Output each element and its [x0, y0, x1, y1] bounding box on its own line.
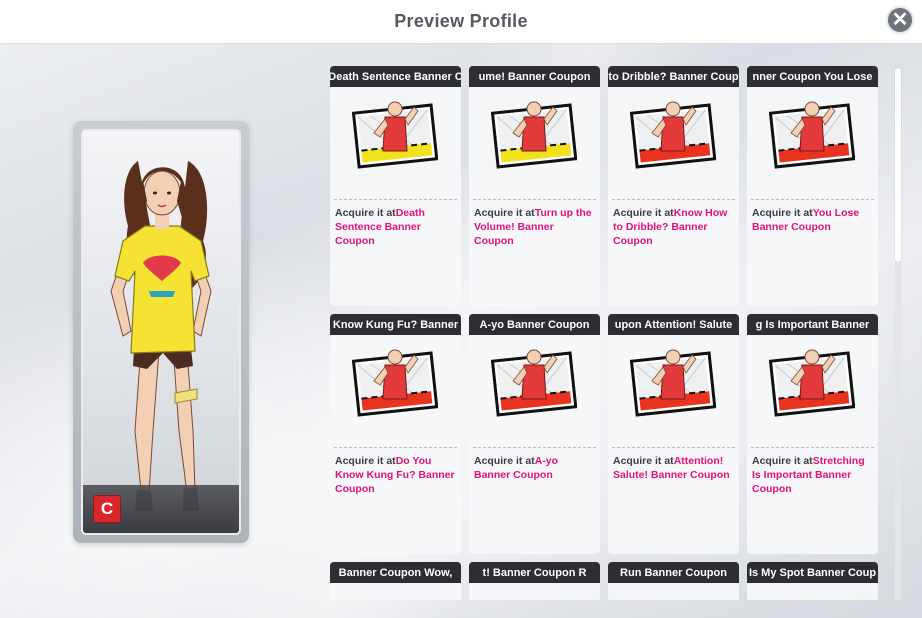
banner-card-title: Banner Coupon Wow, [330, 562, 461, 583]
banner-card-title: Is My Spot Banner Coup [747, 562, 878, 583]
banner-card[interactable]: g Is Important Banner Acquire it atStretc… [747, 314, 878, 554]
banner-image [747, 87, 878, 199]
acquire-text: Acquire it atA-yo Banner Coupon [469, 448, 600, 482]
banner-card-title: g Is Important Banner [747, 314, 878, 335]
banner-image [469, 87, 600, 199]
acquire-prefix: Acquire it at [613, 207, 674, 219]
banner-card-title: Know Kung Fu? Banner [330, 314, 461, 335]
banner-card[interactable]: t! Banner Coupon R [469, 562, 600, 600]
acquire-prefix: Acquire it at [474, 455, 535, 467]
banner-image [469, 335, 600, 447]
banner-image [747, 335, 878, 447]
banner-image [608, 335, 739, 447]
banner-card[interactable]: Banner Coupon Wow, [330, 562, 461, 600]
banner-image [608, 87, 739, 199]
close-button[interactable]: ✕ [886, 6, 914, 34]
banner-card[interactable]: A-yo Banner Coupon Acquire it atA-yo Bann… [469, 314, 600, 554]
acquire-text: Acquire it atKnow How to Dribble? Banner… [608, 200, 739, 248]
acquire-prefix: Acquire it at [752, 207, 813, 219]
banner-image [330, 87, 461, 199]
banner-card[interactable]: Run Banner Coupon [608, 562, 739, 600]
banner-card[interactable]: Is My Spot Banner Coup [747, 562, 878, 600]
acquire-text: Acquire it atStretching Is Important Ban… [747, 448, 878, 496]
banner-card[interactable]: Death Sentence Banner C Acquire it atDeat… [330, 66, 461, 306]
character-preview-frame: C [73, 121, 249, 543]
acquire-text: Acquire it atAttention! Salute! Banner C… [608, 448, 739, 482]
banner-card[interactable]: to Dribble? Banner Coup Acquire it atKnow… [608, 66, 739, 306]
banner-card-title: Death Sentence Banner C [330, 66, 461, 87]
banner-card-title: nner Coupon You Lose [747, 66, 878, 87]
banner-image [330, 335, 461, 447]
banner-grid[interactable]: Death Sentence Banner C Acquire it atDeat… [330, 66, 880, 600]
acquire-prefix: Acquire it at [335, 207, 396, 219]
banner-card[interactable]: nner Coupon You Lose Acquire it atYou Los… [747, 66, 878, 306]
banner-card-title: Run Banner Coupon [608, 562, 739, 583]
acquire-prefix: Acquire it at [613, 455, 674, 467]
banner-card-title: ume! Banner Coupon [469, 66, 600, 87]
acquire-text: Acquire it atTurn up the Volume! Banner … [469, 200, 600, 248]
character-illustration [110, 161, 212, 511]
banner-card[interactable]: Know Kung Fu? Banner Acquire it atDo You … [330, 314, 461, 554]
page-title: Preview Profile [394, 11, 528, 31]
banner-card[interactable]: ume! Banner Coupon Acquire it atTurn up t… [469, 66, 600, 306]
scrollbar-thumb[interactable] [895, 68, 901, 262]
banner-card-title: upon Attention! Salute [608, 314, 739, 335]
header-bar: Preview Profile ✕ [0, 0, 922, 44]
acquire-text: Acquire it atDo You Know Kung Fu? Banner… [330, 448, 461, 496]
close-icon: ✕ [891, 9, 909, 31]
grade-badge: C [93, 495, 121, 523]
acquire-prefix: Acquire it at [474, 207, 535, 219]
scrollbar[interactable] [895, 68, 901, 600]
acquire-text: Acquire it atYou Lose Banner Coupon [747, 200, 878, 234]
acquire-prefix: Acquire it at [752, 455, 813, 467]
banner-card-title: A-yo Banner Coupon [469, 314, 600, 335]
banner-card-title: t! Banner Coupon R [469, 562, 600, 583]
banner-card-title: to Dribble? Banner Coup [608, 66, 739, 87]
character-preview: C [81, 129, 241, 535]
acquire-text: Acquire it atDeath Sentence Banner Coupo… [330, 200, 461, 248]
banner-card[interactable]: upon Attention! Salute Acquire it atAtten… [608, 314, 739, 554]
acquire-prefix: Acquire it at [335, 455, 396, 467]
